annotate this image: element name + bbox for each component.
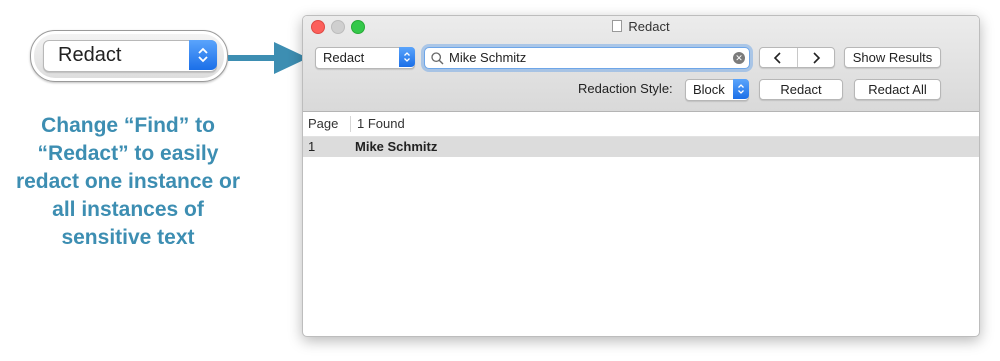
callout-arrow: [228, 42, 308, 74]
results-table-header: Page 1 Found: [303, 112, 979, 137]
search-value: Mike Schmitz: [449, 50, 527, 65]
column-header-page[interactable]: Page: [308, 116, 338, 131]
redact-all-button[interactable]: Redact All: [854, 79, 941, 100]
prev-next-segmented: [759, 47, 835, 68]
callout-popup-label: Redact: [58, 44, 122, 66]
clear-search-icon[interactable]: ✕: [733, 52, 745, 64]
callout-popup-enlarged: Redact: [30, 30, 228, 82]
search-field[interactable]: Mike Schmitz ✕: [424, 47, 750, 69]
row-match-text: Mike Schmitz: [355, 139, 438, 154]
callout-caption: Change “Find” to “Redact” to easily reda…: [15, 114, 241, 249]
popup-stepper-icon: [399, 47, 415, 67]
mode-popup[interactable]: Redact: [315, 47, 415, 69]
previous-result-button[interactable]: [760, 48, 798, 67]
window-title-text: Redact: [628, 19, 670, 34]
redact-button[interactable]: Redact: [759, 79, 843, 100]
chevron-left-icon: [774, 51, 781, 64]
column-header-found[interactable]: 1 Found: [357, 116, 405, 131]
column-divider: [350, 116, 351, 132]
search-icon: [431, 52, 444, 70]
redact-window: Redact Redact Mike Schmitz ✕ Show Result…: [302, 15, 980, 337]
redaction-style-label: Redaction Style:: [578, 81, 673, 96]
popup-stepper-icon: [189, 40, 217, 70]
next-result-button[interactable]: [798, 48, 835, 67]
document-icon: [612, 20, 623, 32]
titlebar-toolbar: Redact Redact Mike Schmitz ✕ Show Result…: [303, 16, 979, 112]
show-results-button[interactable]: Show Results: [844, 47, 941, 68]
popup-stepper-icon: [733, 79, 749, 99]
chevron-right-icon: [813, 51, 820, 64]
row-page-number: 1: [308, 139, 316, 154]
redaction-style-value: Block: [693, 82, 725, 97]
table-row[interactable]: 1 Mike Schmitz: [303, 137, 979, 157]
mode-popup-label: Redact: [323, 50, 365, 65]
redaction-style-popup[interactable]: Block: [685, 79, 749, 101]
window-title: Redact: [303, 19, 979, 34]
